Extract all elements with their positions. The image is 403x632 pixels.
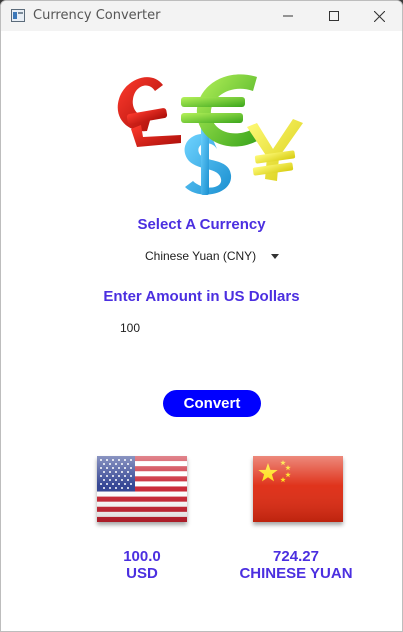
us-flag-icon <box>97 456 187 522</box>
amount-heading: Enter Amount in US Dollars <box>103 288 300 305</box>
currency-symbols-logo <box>107 59 307 195</box>
maximize-icon <box>329 11 339 21</box>
china-flag-icon <box>253 456 343 522</box>
convert-button[interactable]: Convert <box>163 390 261 417</box>
close-icon <box>373 10 385 22</box>
window-app-icon <box>11 9 25 22</box>
result-from-amount: 100.0 <box>123 548 161 565</box>
result-to: 724.27 CHINESE YUAN <box>216 548 376 582</box>
result-from: 100.0 USD <box>62 548 222 582</box>
currency-dropdown-value: Chinese Yuan (CNY) <box>145 249 257 263</box>
result-to-amount: 724.27 <box>273 548 319 565</box>
currency-dropdown[interactable]: Chinese Yuan (CNY) <box>135 247 285 267</box>
minimize-icon <box>283 11 293 21</box>
result-from-currency: USD <box>126 565 158 582</box>
title-bar[interactable]: Currency Converter <box>1 1 402 31</box>
minimize-button[interactable] <box>265 1 311 31</box>
result-to-currency: CHINESE YUAN <box>239 565 353 582</box>
chevron-down-icon[interactable] <box>271 254 279 259</box>
app-window: Currency Converter Select A Currency Chi… <box>0 0 403 632</box>
close-button[interactable] <box>356 1 402 31</box>
select-currency-heading: Select A Currency <box>137 216 266 233</box>
amount-input[interactable] <box>114 319 300 337</box>
window-title: Currency Converter <box>33 8 161 23</box>
maximize-button[interactable] <box>311 1 357 31</box>
